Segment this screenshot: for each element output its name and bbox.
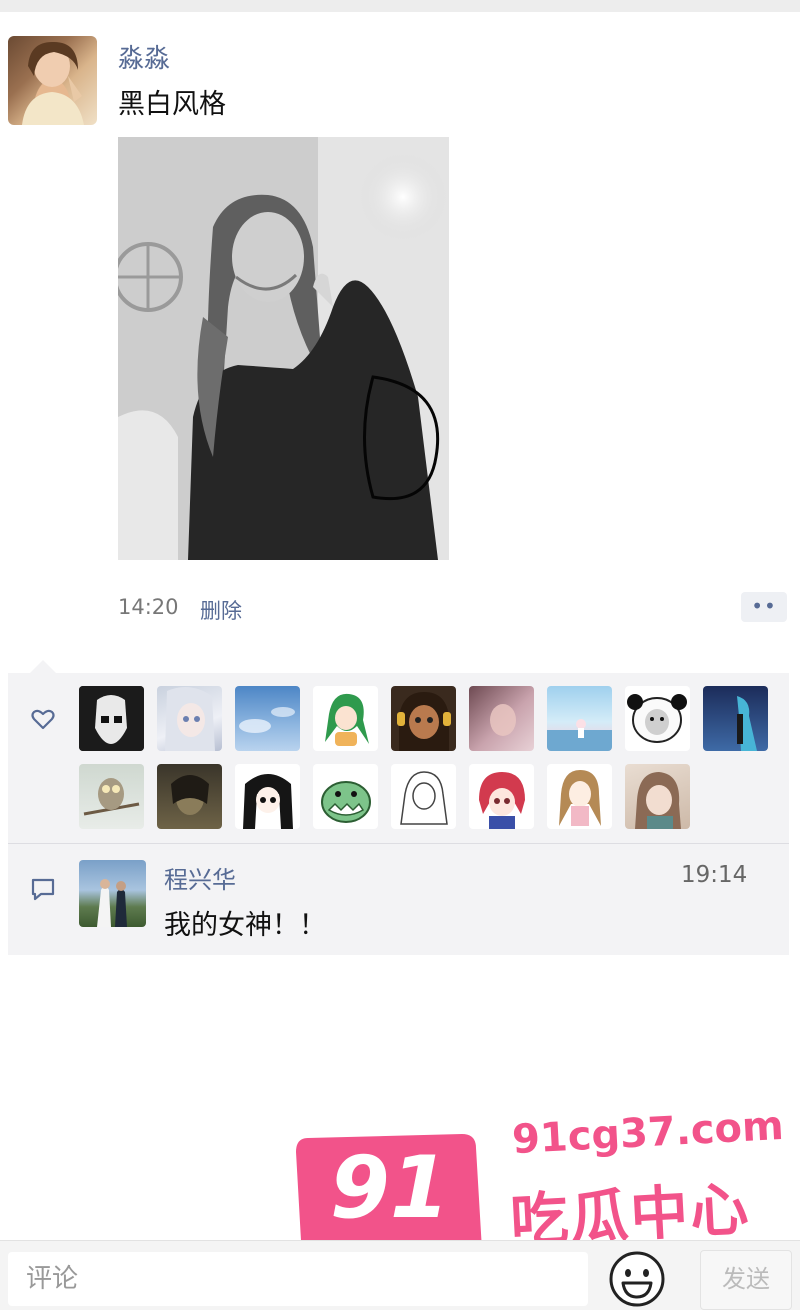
- comment-text: 我的女神！！: [164, 910, 326, 941]
- like-avatar-black-hair[interactable]: [235, 764, 300, 829]
- heart-outline-icon: [31, 709, 55, 730]
- like-avatar-dark-anime[interactable]: [157, 764, 222, 829]
- like-avatar-dinosaur[interactable]: [313, 764, 378, 829]
- post-photo[interactable]: [118, 137, 449, 560]
- like-avatar-owl-winter[interactable]: [79, 764, 144, 829]
- post-text: 黑白风格: [118, 89, 226, 120]
- author-avatar[interactable]: [8, 36, 97, 125]
- commenter-avatar[interactable]: [79, 860, 146, 927]
- like-avatar-anime-silver[interactable]: [157, 686, 222, 751]
- like-avatar-panda-meme[interactable]: [625, 686, 690, 751]
- likes-grid: [79, 686, 779, 829]
- like-avatar-cartoon-girl[interactable]: [391, 686, 456, 751]
- like-avatar-sketch-girl[interactable]: [391, 764, 456, 829]
- delete-link[interactable]: 删除: [200, 595, 242, 625]
- divider: [8, 843, 789, 844]
- like-avatar-green-hair[interactable]: [313, 686, 378, 751]
- like-avatar-illustration[interactable]: [625, 764, 690, 829]
- comment-input[interactable]: [8, 1252, 588, 1306]
- like-avatar-brown-hair[interactable]: [547, 764, 612, 829]
- like-avatar-blue-sky[interactable]: [235, 686, 300, 751]
- author-name[interactable]: 淼淼: [118, 38, 170, 75]
- watermark-number: 91: [330, 1138, 450, 1238]
- panel-caret: [30, 660, 56, 673]
- post-time: 14:20: [118, 595, 179, 619]
- smiley-face-icon[interactable]: [607, 1249, 667, 1309]
- like-avatar-blue-hair[interactable]: [703, 686, 768, 751]
- like-avatar-red-hair[interactable]: [469, 764, 534, 829]
- like-avatar-pink-photo[interactable]: [469, 686, 534, 751]
- watermark-url: 91cg37.com: [510, 1102, 785, 1164]
- commenter-name[interactable]: 程兴华: [164, 860, 236, 895]
- comment-bubble-icon: [31, 878, 55, 901]
- send-button[interactable]: 发送: [700, 1250, 792, 1310]
- more-actions-button[interactable]: ••: [741, 592, 787, 622]
- like-avatar-stormtrooper[interactable]: [79, 686, 144, 751]
- like-avatar-anime-scenery[interactable]: [547, 686, 612, 751]
- comment-time: 19:14: [681, 862, 748, 888]
- status-strip: [0, 0, 800, 12]
